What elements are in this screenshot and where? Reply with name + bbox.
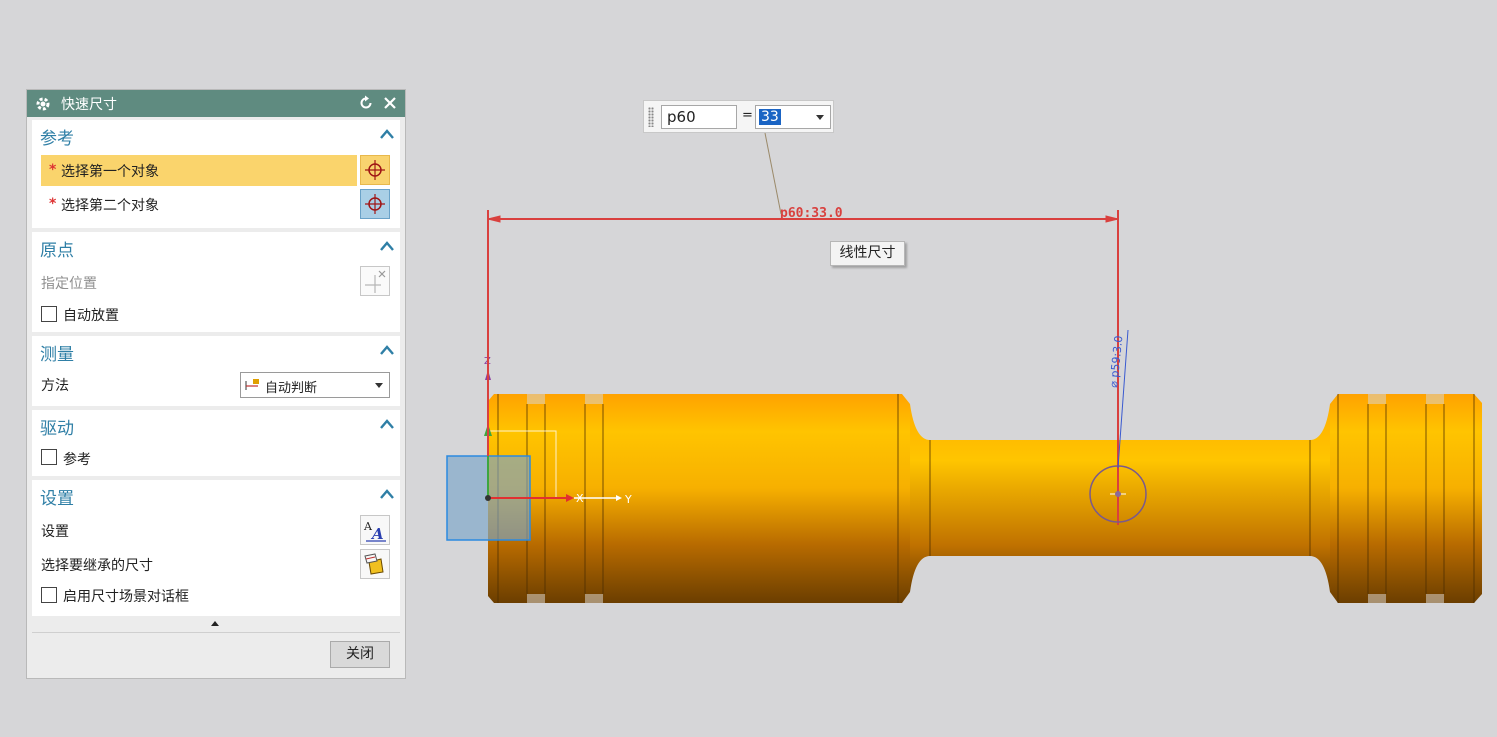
inherit-icon bbox=[364, 553, 384, 575]
chevron-up-icon[interactable] bbox=[380, 419, 394, 429]
row-inherit: 选择要继承的尺寸 bbox=[32, 548, 400, 580]
section-title-driving: 驱动 bbox=[40, 419, 74, 439]
inferred-dimension-icon bbox=[245, 379, 259, 390]
crosshair-icon bbox=[365, 194, 385, 214]
required-mark: * bbox=[49, 196, 57, 212]
dialog-title: 快速尺寸 bbox=[61, 96, 117, 113]
method-dropdown[interactable]: 自动判断 bbox=[240, 372, 390, 398]
method-value: 自动判断 bbox=[265, 381, 318, 396]
driving-reference-label: 参考 bbox=[63, 452, 91, 468]
row-auto-place[interactable]: 自动放置 bbox=[32, 298, 400, 330]
chevron-up-icon[interactable] bbox=[380, 489, 394, 499]
axis-y-label: Y bbox=[624, 493, 632, 506]
first-object-label: 选择第一个对象 bbox=[61, 164, 159, 180]
row-specify-location: 指定位置 bbox=[32, 266, 400, 298]
inherit-dimension-button[interactable] bbox=[360, 549, 390, 579]
quick-dimension-dialog: 快速尺寸 参考 * 选择第一个对象 * 选择第二个对象 原点 指定位置 自动放置… bbox=[26, 89, 406, 679]
auto-place-checkbox[interactable] bbox=[41, 306, 57, 322]
chevron-down-icon[interactable] bbox=[375, 383, 383, 388]
chevron-down-icon[interactable] bbox=[816, 115, 824, 120]
close-button[interactable]: 关闭 bbox=[330, 641, 390, 668]
method-label: 方法 bbox=[41, 378, 69, 394]
specify-location-button[interactable] bbox=[360, 266, 390, 296]
dimension-label[interactable]: p60:33.0 bbox=[780, 206, 843, 221]
inherit-label: 选择要继承的尺寸 bbox=[41, 558, 153, 574]
auto-place-label: 自动放置 bbox=[63, 308, 119, 324]
axis-x-label: X bbox=[576, 492, 584, 505]
section-reference: 参考 * 选择第一个对象 * 选择第二个对象 bbox=[32, 120, 400, 228]
specify-location-label: 指定位置 bbox=[41, 276, 97, 292]
enable-dialog-label: 启用尺寸场景对话框 bbox=[63, 589, 189, 605]
enable-dialog-checkbox[interactable] bbox=[41, 587, 57, 603]
diameter-dimension-label[interactable]: ⌀ p59:3.0 bbox=[1107, 335, 1125, 388]
required-mark: * bbox=[49, 162, 57, 178]
text-settings-button[interactable]: A A bbox=[360, 515, 390, 545]
drag-handle[interactable] bbox=[648, 107, 654, 127]
gear-icon bbox=[36, 97, 50, 110]
row-driving-reference[interactable]: 参考 bbox=[32, 442, 400, 474]
chevron-up-icon[interactable] bbox=[380, 129, 394, 139]
crosshair-icon bbox=[365, 160, 385, 180]
section-measurement: 测量 方法 自动判断 bbox=[32, 336, 400, 406]
select-second-object-button[interactable] bbox=[360, 189, 390, 219]
expression-value[interactable]: 33 bbox=[759, 109, 781, 125]
origin-point-icon bbox=[365, 270, 386, 293]
select-first-object-button[interactable] bbox=[360, 155, 390, 185]
row-method: 方法 自动判断 bbox=[32, 372, 400, 404]
settings-label: 设置 bbox=[41, 524, 69, 540]
equals-sign: = bbox=[742, 108, 753, 123]
section-title-measurement: 测量 bbox=[40, 345, 74, 365]
expression-name-field[interactable]: p60 bbox=[661, 105, 737, 129]
section-origin: 原点 指定位置 自动放置 bbox=[32, 232, 400, 332]
row-first-object[interactable]: * 选择第一个对象 bbox=[32, 154, 400, 186]
close-icon[interactable] bbox=[382, 95, 398, 111]
section-driving: 驱动 参考 bbox=[32, 410, 400, 476]
driving-reference-checkbox[interactable] bbox=[41, 449, 57, 465]
chevron-up-icon[interactable] bbox=[380, 345, 394, 355]
section-settings: 设置 设置 A A 选择要继承的尺寸 启用尺寸场景对话框 bbox=[32, 480, 400, 616]
second-object-label: 选择第二个对象 bbox=[61, 198, 159, 214]
row-second-object[interactable]: * 选择第二个对象 bbox=[32, 188, 400, 220]
section-title-origin: 原点 bbox=[40, 241, 74, 261]
show-more-arrow-icon[interactable] bbox=[211, 621, 219, 626]
svg-text:A: A bbox=[370, 525, 384, 543]
section-title-settings: 设置 bbox=[40, 489, 74, 509]
expression-popup: p60 = 33 bbox=[643, 100, 834, 133]
reset-icon[interactable] bbox=[358, 95, 374, 111]
row-settings: 设置 A A bbox=[32, 514, 400, 546]
tooltip-linear-dimension: 线性尺寸 bbox=[830, 241, 905, 266]
shaft-part[interactable] bbox=[488, 394, 1482, 603]
text-style-icon: A A bbox=[363, 520, 386, 543]
chevron-up-icon[interactable] bbox=[380, 241, 394, 251]
footer-divider bbox=[32, 632, 400, 633]
dialog-titlebar[interactable]: 快速尺寸 bbox=[27, 90, 405, 117]
row-enable-dialog[interactable]: 启用尺寸场景对话框 bbox=[32, 580, 400, 612]
expression-value-field[interactable]: 33 bbox=[755, 105, 831, 129]
section-title-reference: 参考 bbox=[40, 129, 74, 149]
